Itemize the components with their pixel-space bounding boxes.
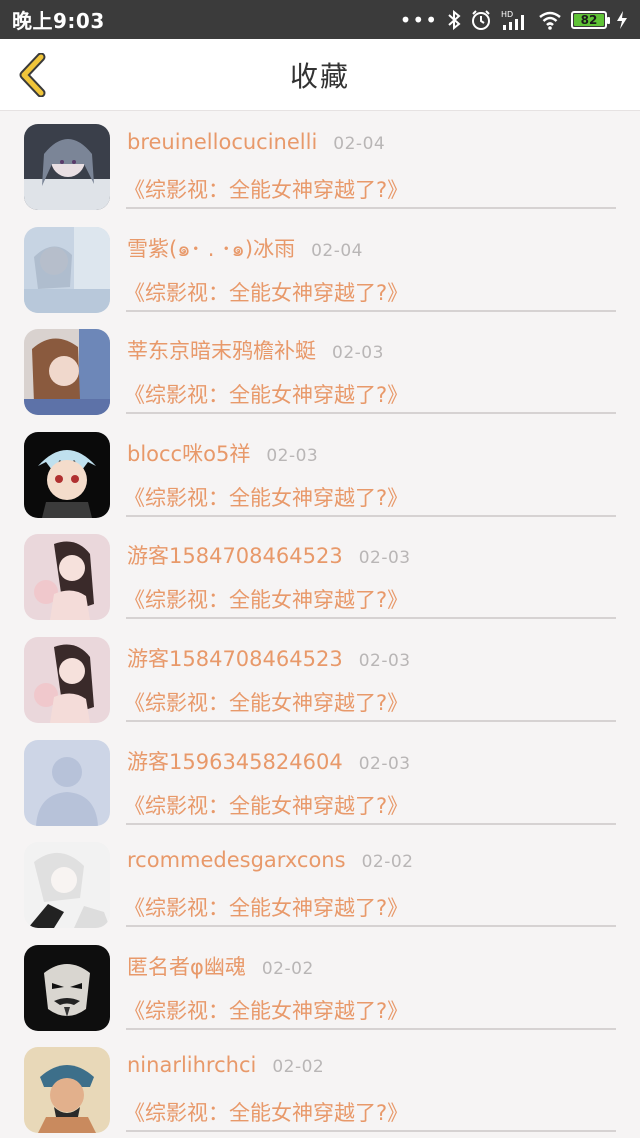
- item-date: 02-04: [333, 134, 386, 154]
- list-item[interactable]: 游客1596345824604 02-03 《综影视：全能女神穿越了?》: [0, 728, 640, 831]
- more-dots-icon: •••: [399, 7, 438, 32]
- avatar[interactable]: [24, 739, 110, 826]
- name-row: rcommedesgarxcons 02-02: [127, 848, 620, 872]
- item-date: 02-03: [358, 650, 411, 671]
- user-name[interactable]: ninarlihrchci: [127, 1053, 256, 1077]
- item-date: 02-03: [358, 548, 411, 569]
- bluetooth-icon: [447, 9, 461, 30]
- book-title[interactable]: 《综影视：全能女神穿越了?》: [124, 174, 408, 204]
- user-name[interactable]: rcommedesgarxcons: [127, 848, 346, 872]
- item-date: 02-02: [361, 852, 414, 873]
- avatar[interactable]: [24, 842, 110, 929]
- signal-hd-icon: HD: [501, 9, 529, 31]
- alarm-icon: [470, 9, 492, 31]
- favorites-list: breuinellocucinelli 02-04 《综影视：全能女神穿越了?》…: [0, 112, 640, 1138]
- book-title[interactable]: 《综影视：全能女神穿越了?》: [124, 995, 408, 1025]
- status-time: 晚上9:03: [12, 9, 105, 33]
- avatar[interactable]: [24, 431, 110, 518]
- name-row: 游客1584708464523 02-03: [127, 540, 620, 570]
- battery-icon: 82: [571, 10, 610, 29]
- divider: [126, 822, 616, 825]
- list-item[interactable]: 匿名者φ幽魂 02-02 《综影视：全能女神穿越了?》: [0, 933, 640, 1036]
- list-item[interactable]: 游客1584708464523 02-03 《综影视：全能女神穿越了?》: [0, 522, 640, 625]
- avatar[interactable]: [24, 329, 110, 416]
- divider: [126, 207, 616, 209]
- charging-icon: [616, 10, 628, 30]
- divider: [126, 1130, 616, 1133]
- back-button[interactable]: [10, 53, 54, 97]
- list-item[interactable]: 游客1584708464523 02-03 《综影视：全能女神穿越了?》: [0, 625, 640, 728]
- book-title[interactable]: 《综影视：全能女神穿越了?》: [124, 584, 408, 614]
- avatar[interactable]: [24, 226, 110, 313]
- name-row: 游客1596345824604 02-03: [127, 746, 620, 776]
- item-date: 02-03: [266, 445, 319, 466]
- book-title[interactable]: 《综影视：全能女神穿越了?》: [124, 482, 408, 512]
- avatar[interactable]: [24, 124, 110, 210]
- list-item[interactable]: 莘东京暗末鸦檐补蜓 02-03 《综影视：全能女神穿越了?》: [0, 317, 640, 420]
- item-date: 02-02: [261, 958, 314, 979]
- list-item[interactable]: ninarlihrchci 02-02 《综影视：全能女神穿越了?》: [0, 1035, 640, 1138]
- status-icons: ••• HD 82: [400, 9, 628, 31]
- list-item[interactable]: breuinellocucinelli 02-04 《综影视：全能女神穿越了?》: [0, 112, 640, 215]
- book-title[interactable]: 《综影视：全能女神穿越了?》: [124, 277, 408, 307]
- item-date: 02-04: [311, 240, 363, 261]
- name-row: blocc咪o5祥 02-03: [127, 438, 620, 468]
- item-date: 02-03: [332, 343, 384, 364]
- item-date: 02-02: [272, 1057, 325, 1078]
- name-row: 匿名者φ幽魂 02-02: [127, 951, 620, 981]
- user-name[interactable]: 莘东京暗末鸦檐补蜓: [127, 335, 316, 365]
- name-row: ninarlihrchci 02-02: [127, 1053, 620, 1077]
- divider: [126, 412, 616, 415]
- name-row: 莘东京暗末鸦檐补蜓 02-03: [127, 335, 620, 365]
- user-name[interactable]: 雪紫(๑･ . ･๑)冰雨: [127, 233, 295, 266]
- divider: [126, 617, 616, 620]
- divider: [126, 1027, 616, 1030]
- book-title[interactable]: 《综影视：全能女神穿越了?》: [124, 687, 408, 717]
- book-title[interactable]: 《综影视：全能女神穿越了?》: [124, 379, 408, 409]
- list-item[interactable]: blocc咪o5祥 02-03 《综影视：全能女神穿越了?》: [0, 420, 640, 523]
- header: 收藏: [0, 39, 640, 111]
- divider: [126, 309, 616, 312]
- item-date: 02-03: [358, 753, 411, 774]
- user-name[interactable]: 游客1584708464523: [127, 643, 343, 673]
- avatar[interactable]: [24, 636, 110, 723]
- name-row: breuinellocucinelli 02-04: [127, 130, 620, 154]
- list-item[interactable]: 雪紫(๑･ . ･๑)冰雨 02-04 《综影视：全能女神穿越了?》: [0, 215, 640, 318]
- user-name[interactable]: 游客1584708464523: [127, 540, 343, 570]
- avatar[interactable]: [24, 944, 110, 1031]
- chevron-left-icon: [19, 53, 46, 97]
- book-title[interactable]: 《综影视：全能女神穿越了?》: [124, 790, 408, 820]
- divider: [126, 719, 616, 722]
- divider: [126, 514, 616, 517]
- status-bar: 晚上9:03 ••• HD 82: [0, 0, 640, 39]
- book-title[interactable]: 《综影视：全能女神穿越了?》: [124, 1097, 408, 1127]
- user-name[interactable]: 匿名者φ幽魂: [127, 951, 246, 981]
- avatar[interactable]: [24, 534, 110, 621]
- name-row: 雪紫(๑･ . ･๑)冰雨 02-04: [127, 233, 620, 266]
- user-name[interactable]: breuinellocucinelli: [127, 130, 317, 154]
- page-title: 收藏: [289, 59, 350, 93]
- user-name[interactable]: 游客1596345824604: [127, 746, 343, 776]
- divider: [126, 925, 616, 928]
- user-name[interactable]: blocc咪o5祥: [127, 438, 250, 468]
- list-item[interactable]: rcommedesgarxcons 02-02 《综影视：全能女神穿越了?》: [0, 830, 640, 933]
- wifi-icon: [538, 10, 562, 30]
- name-row: 游客1584708464523 02-03: [127, 643, 620, 673]
- svg-text:HD: HD: [501, 10, 513, 19]
- book-title[interactable]: 《综影视：全能女神穿越了?》: [124, 892, 408, 922]
- avatar[interactable]: [24, 1047, 110, 1134]
- battery-level: 82: [574, 13, 604, 27]
